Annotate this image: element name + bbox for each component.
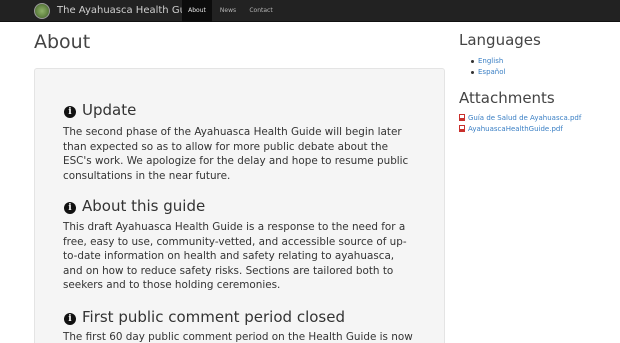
page-title: About [34, 31, 91, 53]
attachment-link[interactable]: AyahuascaHealthGuide.pdf [459, 124, 581, 135]
brand-name[interactable]: The Ayahuasca Health Guide [57, 4, 201, 18]
info-circle-icon: i [64, 202, 76, 214]
attachment-name[interactable]: AyahuascaHealthGuide.pdf [468, 125, 563, 133]
languages-list: English Español [471, 56, 505, 78]
attachment-name[interactable]: Guía de Salud de Ayahuasca.pdf [468, 114, 581, 122]
section-heading-text: Update [82, 101, 137, 119]
languages-title: Languages [459, 31, 541, 49]
section-heading-text: About this guide [82, 197, 206, 215]
pdf-file-icon [459, 125, 465, 132]
content-well: i Update The second phase of the Ayahuasc… [34, 68, 445, 343]
language-link-english[interactable]: English [471, 56, 505, 67]
top-navbar: The Ayahuasca Health Guide About News Co… [0, 0, 620, 22]
section-heading-about-guide: i About this guide [64, 197, 205, 215]
language-link-espanol[interactable]: Español [471, 67, 505, 78]
nav-contact[interactable]: Contact [246, 0, 276, 22]
attachment-link[interactable]: Guía de Salud de Ayahuasca.pdf [459, 113, 581, 124]
attachments-title: Attachments [459, 89, 555, 107]
attachments-list: Guía de Salud de Ayahuasca.pdf Ayahuasca… [459, 113, 581, 135]
section-heading-text: First public comment period closed [82, 308, 345, 326]
section-body-update: The second phase of the Ayahuasca Health… [63, 126, 409, 182]
section-body-comment-period: The first 60 day public comment period o… [63, 331, 413, 343]
section-heading-comment-period: i First public comment period closed [64, 308, 345, 326]
section-heading-update: i Update [64, 101, 136, 119]
brand-logo-icon[interactable] [34, 3, 50, 19]
section-body-about-guide: This draft Ayahuasca Health Guide is a r… [63, 221, 407, 291]
pdf-file-icon [459, 114, 465, 121]
nav-about[interactable]: About [182, 0, 212, 22]
nav-news[interactable]: News [215, 0, 241, 22]
info-circle-icon: i [64, 313, 76, 325]
info-circle-icon: i [64, 106, 76, 118]
